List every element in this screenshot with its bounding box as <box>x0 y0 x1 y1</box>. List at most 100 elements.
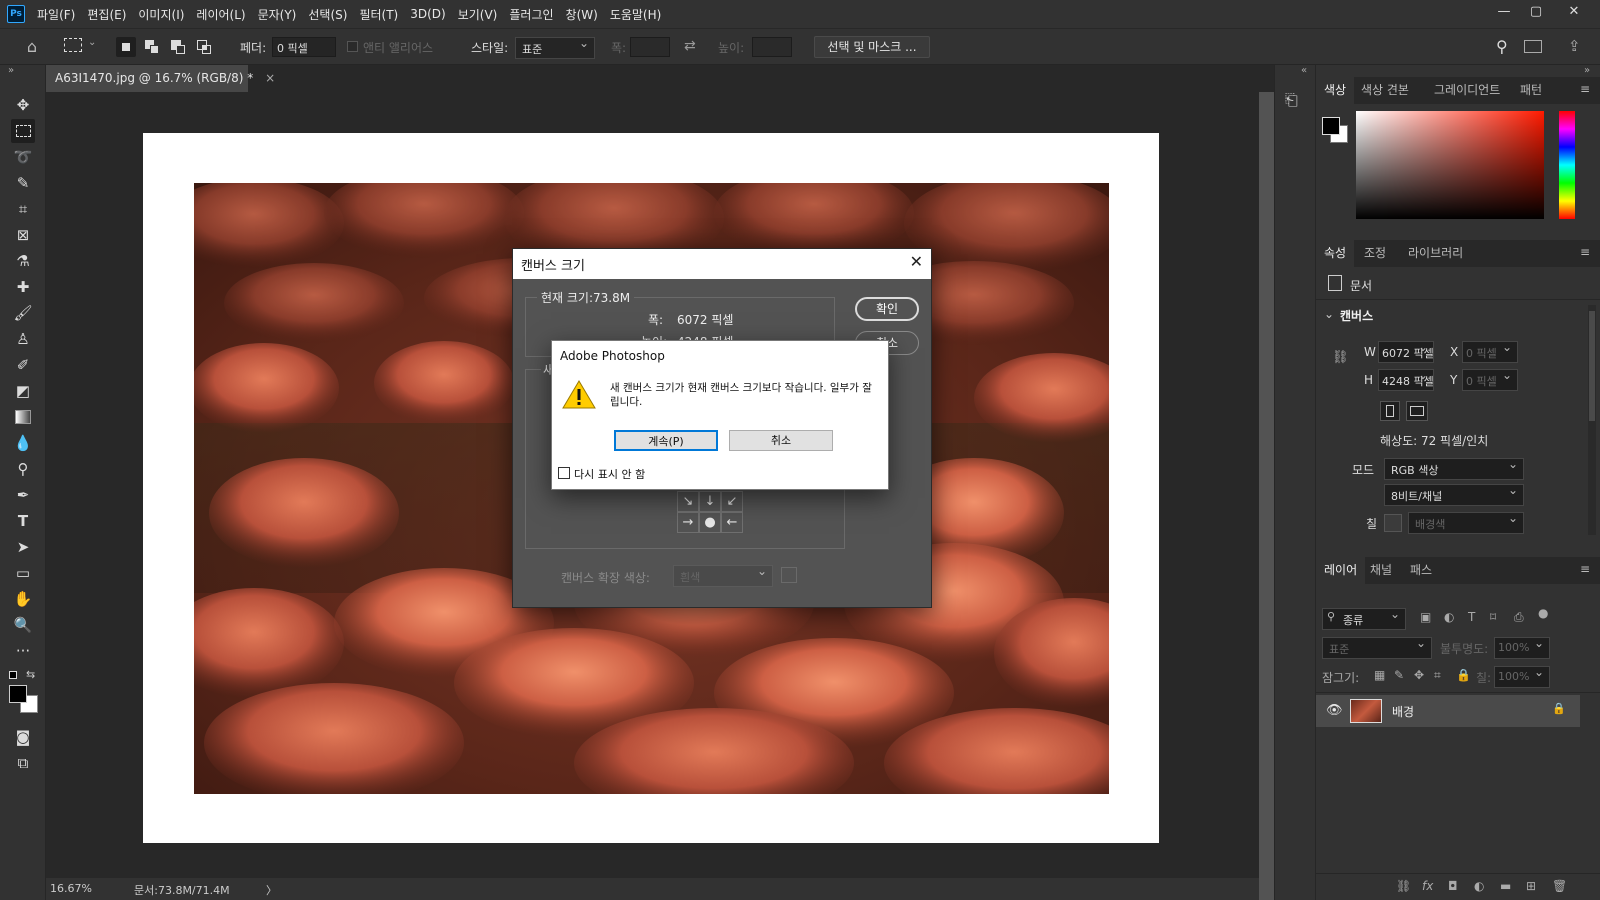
portrait-icon[interactable] <box>1380 401 1400 421</box>
trash-icon[interactable]: 🗑 <box>1552 879 1567 893</box>
crop-tool-icon[interactable]: ⌗ <box>11 197 35 221</box>
dont-show-checkbox[interactable] <box>558 467 570 479</box>
rectangle-tool-icon[interactable]: ▭ <box>11 561 35 585</box>
hand-tool-icon[interactable]: ✋ <box>11 587 35 611</box>
collapse-icon[interactable]: » <box>8 65 14 76</box>
close-tab-icon[interactable]: × <box>265 71 275 85</box>
tab-swatches[interactable]: 색상 견본 <box>1353 77 1417 104</box>
hue-slider[interactable] <box>1559 111 1575 219</box>
fill-input[interactable]: 100% <box>1494 665 1550 688</box>
y-input[interactable]: 0 픽셀 <box>1462 368 1518 391</box>
menu-3d[interactable]: 3D(D) <box>410 7 445 21</box>
new-selection-icon[interactable] <box>116 37 136 57</box>
tab-patterns[interactable]: 패턴 <box>1512 77 1550 104</box>
document-tab[interactable]: A63I1470.jpg @ 16.7% (RGB/8) * × <box>46 65 275 92</box>
eyedropper-tool-icon[interactable]: ⚗ <box>11 249 35 273</box>
clone-stamp-tool-icon[interactable]: ♙ <box>11 327 35 351</box>
workspace-icon[interactable] <box>1524 40 1542 53</box>
panel-menu-icon[interactable]: ≡ <box>1580 245 1590 259</box>
layer-row[interactable]: 👁 배경 🔒 <box>1316 695 1580 727</box>
quick-select-tool-icon[interactable]: ✎ <box>11 171 35 195</box>
share-icon[interactable]: ⇪ <box>1568 37 1581 55</box>
menu-view[interactable]: 보기(V) <box>458 6 498 23</box>
lasso-tool-icon[interactable]: ➰ <box>11 145 35 169</box>
properties-scrollbar[interactable] <box>1588 305 1596 535</box>
marquee-tool-icon[interactable] <box>11 119 35 143</box>
lock-all-icon[interactable]: 🔒 <box>1456 668 1471 682</box>
h-input[interactable]: 4248 픽셀 <box>1378 368 1434 391</box>
new-layer-icon[interactable]: ⊞ <box>1526 879 1536 893</box>
menu-help[interactable]: 도움말(H) <box>610 6 662 23</box>
lock-pixels-icon[interactable]: ✎ <box>1394 668 1404 682</box>
feather-input[interactable]: 0 픽셀 <box>272 37 336 57</box>
pen-tool-icon[interactable]: ✒ <box>11 483 35 507</box>
dodge-tool-icon[interactable]: ⚲ <box>11 457 35 481</box>
anchor-center[interactable]: ● <box>699 512 721 533</box>
antialias-checkbox[interactable] <box>347 41 358 52</box>
group-icon[interactable]: ▬ <box>1500 879 1511 893</box>
menu-window[interactable]: 창(W) <box>566 6 598 23</box>
anchor-left[interactable]: → <box>677 512 699 533</box>
menu-filter[interactable]: 필터(T) <box>359 6 398 23</box>
anchor-top-right[interactable]: ↙ <box>721 491 743 512</box>
tab-libraries[interactable]: 라이브러리 <box>1400 240 1471 267</box>
expand-icon[interactable]: « <box>1301 65 1307 76</box>
landscape-icon[interactable] <box>1406 401 1428 421</box>
opacity-input[interactable]: 100% <box>1494 636 1550 659</box>
intersect-selection-icon[interactable] <box>194 37 214 57</box>
height-input[interactable] <box>752 37 792 57</box>
marquee-tool-preset-icon[interactable] <box>64 38 82 52</box>
menu-type[interactable]: 문자(Y) <box>258 6 297 23</box>
blend-mode-dropdown[interactable]: 표준 <box>1322 636 1432 659</box>
anchor-top[interactable]: ↓ <box>699 491 721 512</box>
panel-menu-icon[interactable]: ≡ <box>1580 562 1590 576</box>
lock-artboard-icon[interactable]: ⌗ <box>1434 668 1441 683</box>
subtract-selection-icon[interactable] <box>168 37 188 57</box>
menu-plugins[interactable]: 플러그인 <box>509 6 553 23</box>
fx-icon[interactable]: fx <box>1422 879 1433 893</box>
menu-select[interactable]: 선택(S) <box>308 6 347 23</box>
lock-transparent-icon[interactable]: ▦ <box>1374 668 1385 682</box>
shape-filter-icon[interactable]: ⌑ <box>1490 610 1496 624</box>
menu-layer[interactable]: 레이어(L) <box>196 6 245 23</box>
tab-channels[interactable]: 채널 <box>1362 557 1400 584</box>
continue-button[interactable]: 계속(P) <box>614 430 718 451</box>
zoom-level[interactable]: 16.67% <box>50 882 92 895</box>
quick-mask-icon[interactable]: ◙ <box>11 725 35 749</box>
fill-dropdown[interactable]: 배경색 <box>1408 511 1524 534</box>
mode-dropdown[interactable]: RGB 색상 <box>1384 457 1524 480</box>
menu-file[interactable]: 파일(F) <box>37 6 75 23</box>
lock-position-icon[interactable]: ✥ <box>1414 668 1424 682</box>
close-icon[interactable]: ✕ <box>1556 4 1592 24</box>
adjustment-layer-icon[interactable]: ◐ <box>1474 879 1484 893</box>
link-icon[interactable]: ⛓ <box>1332 350 1349 365</box>
alert-cancel-button[interactable]: 취소 <box>729 430 833 451</box>
type-tool-icon[interactable]: T <box>11 509 35 533</box>
tab-properties[interactable]: 속성 <box>1316 240 1355 267</box>
w-input[interactable]: 6072 픽셀 <box>1378 340 1434 363</box>
type-filter-icon[interactable]: T <box>1468 610 1475 624</box>
zoom-tool-icon[interactable]: 🔍 <box>11 613 35 637</box>
anchor-right[interactable]: ← <box>721 512 743 533</box>
tab-layers[interactable]: 레이어 <box>1316 557 1366 584</box>
panel-menu-icon[interactable]: ≡ <box>1580 82 1590 96</box>
tab-gradients[interactable]: 그레이디언트 <box>1426 77 1508 104</box>
smart-object-filter-icon[interactable]: ⎙ <box>1514 610 1524 625</box>
default-colors-icon[interactable] <box>9 671 17 679</box>
pixel-filter-icon[interactable]: ▣ <box>1420 610 1431 624</box>
minimize-icon[interactable]: — <box>1486 4 1522 24</box>
blur-tool-icon[interactable]: 💧 <box>11 431 35 455</box>
ok-button[interactable]: 확인 <box>855 297 919 321</box>
foreground-swatch[interactable] <box>1322 117 1340 135</box>
eye-icon[interactable]: 👁 <box>1326 703 1343 718</box>
adjustment-filter-icon[interactable]: ◐ <box>1444 610 1454 624</box>
maximize-icon[interactable]: ▢ <box>1518 4 1554 24</box>
screen-mode-icon[interactable]: ⧉ <box>11 751 35 775</box>
extension-color-dropdown[interactable]: 흰색 <box>673 564 773 587</box>
x-input[interactable]: 0 픽셀 <box>1462 340 1518 363</box>
swap-icon[interactable]: ⇄ <box>684 38 696 54</box>
add-mask-icon[interactable]: ◘ <box>1448 879 1458 893</box>
path-selection-tool-icon[interactable]: ➤ <box>11 535 35 559</box>
history-brush-tool-icon[interactable]: ✐ <box>11 353 35 377</box>
history-panel-icon[interactable]: ⎗ <box>1285 90 1298 110</box>
